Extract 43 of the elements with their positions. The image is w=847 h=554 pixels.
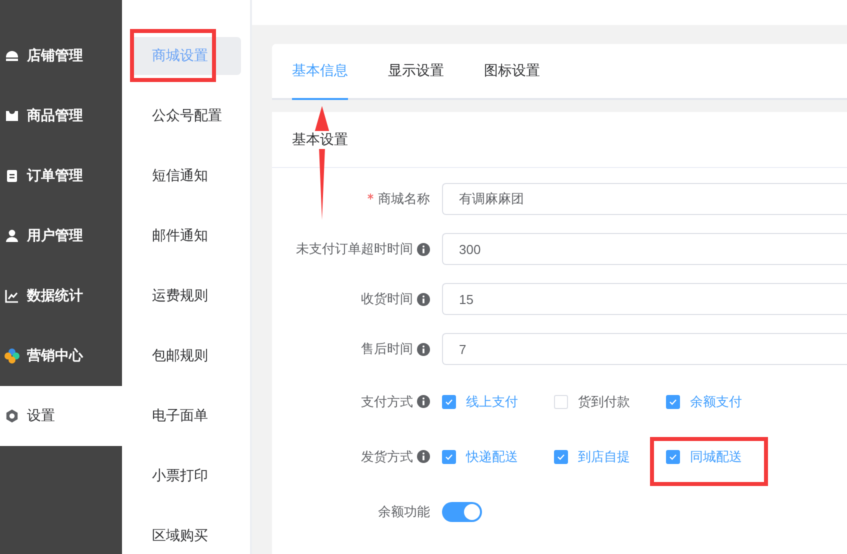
field-label: 发货方式 xyxy=(361,448,413,466)
sidebar-item[interactable]: 用户管理 xyxy=(0,206,122,266)
toggle-switch[interactable] xyxy=(442,502,482,522)
field-label: 商城名称 xyxy=(378,190,430,208)
submenu-item[interactable]: 邮件通知 xyxy=(130,217,241,255)
checkbox[interactable] xyxy=(666,450,680,464)
user-icon xyxy=(4,228,20,244)
field-label: 收货时间 xyxy=(361,290,413,308)
submenu-item[interactable]: 小票打印 xyxy=(130,457,241,495)
checkbox-option[interactable]: 货到付款 xyxy=(554,392,642,410)
field-label: 售后时间 xyxy=(361,340,413,358)
field-label: 支付方式 xyxy=(361,392,413,410)
submenu-item[interactable]: 电子面单 xyxy=(130,397,241,435)
tab[interactable]: 图标设置 xyxy=(484,44,540,100)
sidebar-item[interactable]: 店铺管理 xyxy=(0,26,122,86)
checkbox[interactable] xyxy=(554,450,568,464)
checkbox[interactable] xyxy=(442,450,456,464)
sidebar-item[interactable]: 订单管理 xyxy=(0,146,122,206)
submenu-item[interactable]: 包邮规则 xyxy=(130,337,241,375)
checkbox[interactable] xyxy=(442,394,456,408)
sidebar-item[interactable]: 营销中心 xyxy=(0,326,122,386)
sidebar-item[interactable]: 设置 xyxy=(0,386,122,446)
text-input[interactable]: 7 xyxy=(442,333,847,365)
bag-icon xyxy=(4,108,20,124)
house-icon xyxy=(4,48,20,64)
submenu-item[interactable]: 公众号配置 xyxy=(130,97,241,135)
submenu-item[interactable]: 区域购买 xyxy=(130,517,241,554)
text-input[interactable]: 15 xyxy=(442,283,847,315)
text-input[interactable]: 300 xyxy=(442,233,847,265)
section-title: 基本设置 xyxy=(292,130,348,148)
colorful-blocks-icon xyxy=(4,348,20,364)
field-label: 未支付订单超时时间 xyxy=(296,240,413,258)
sidebar-item[interactable]: 商品管理 xyxy=(0,86,122,146)
submenu-item[interactable]: 运费规则 xyxy=(130,277,241,315)
tab[interactable]: 显示设置 xyxy=(388,44,444,100)
line-chart-icon xyxy=(4,288,20,304)
hexagon-icon xyxy=(4,408,20,424)
submenu-item[interactable]: 短信通知 xyxy=(130,157,241,195)
checkbox[interactable] xyxy=(666,394,680,408)
text-input[interactable]: 有调麻麻团 xyxy=(442,183,847,215)
clipboard-icon xyxy=(4,168,20,184)
sidebar-item[interactable]: 数据统计 xyxy=(0,266,122,326)
field-label: 余额功能 xyxy=(378,502,430,520)
